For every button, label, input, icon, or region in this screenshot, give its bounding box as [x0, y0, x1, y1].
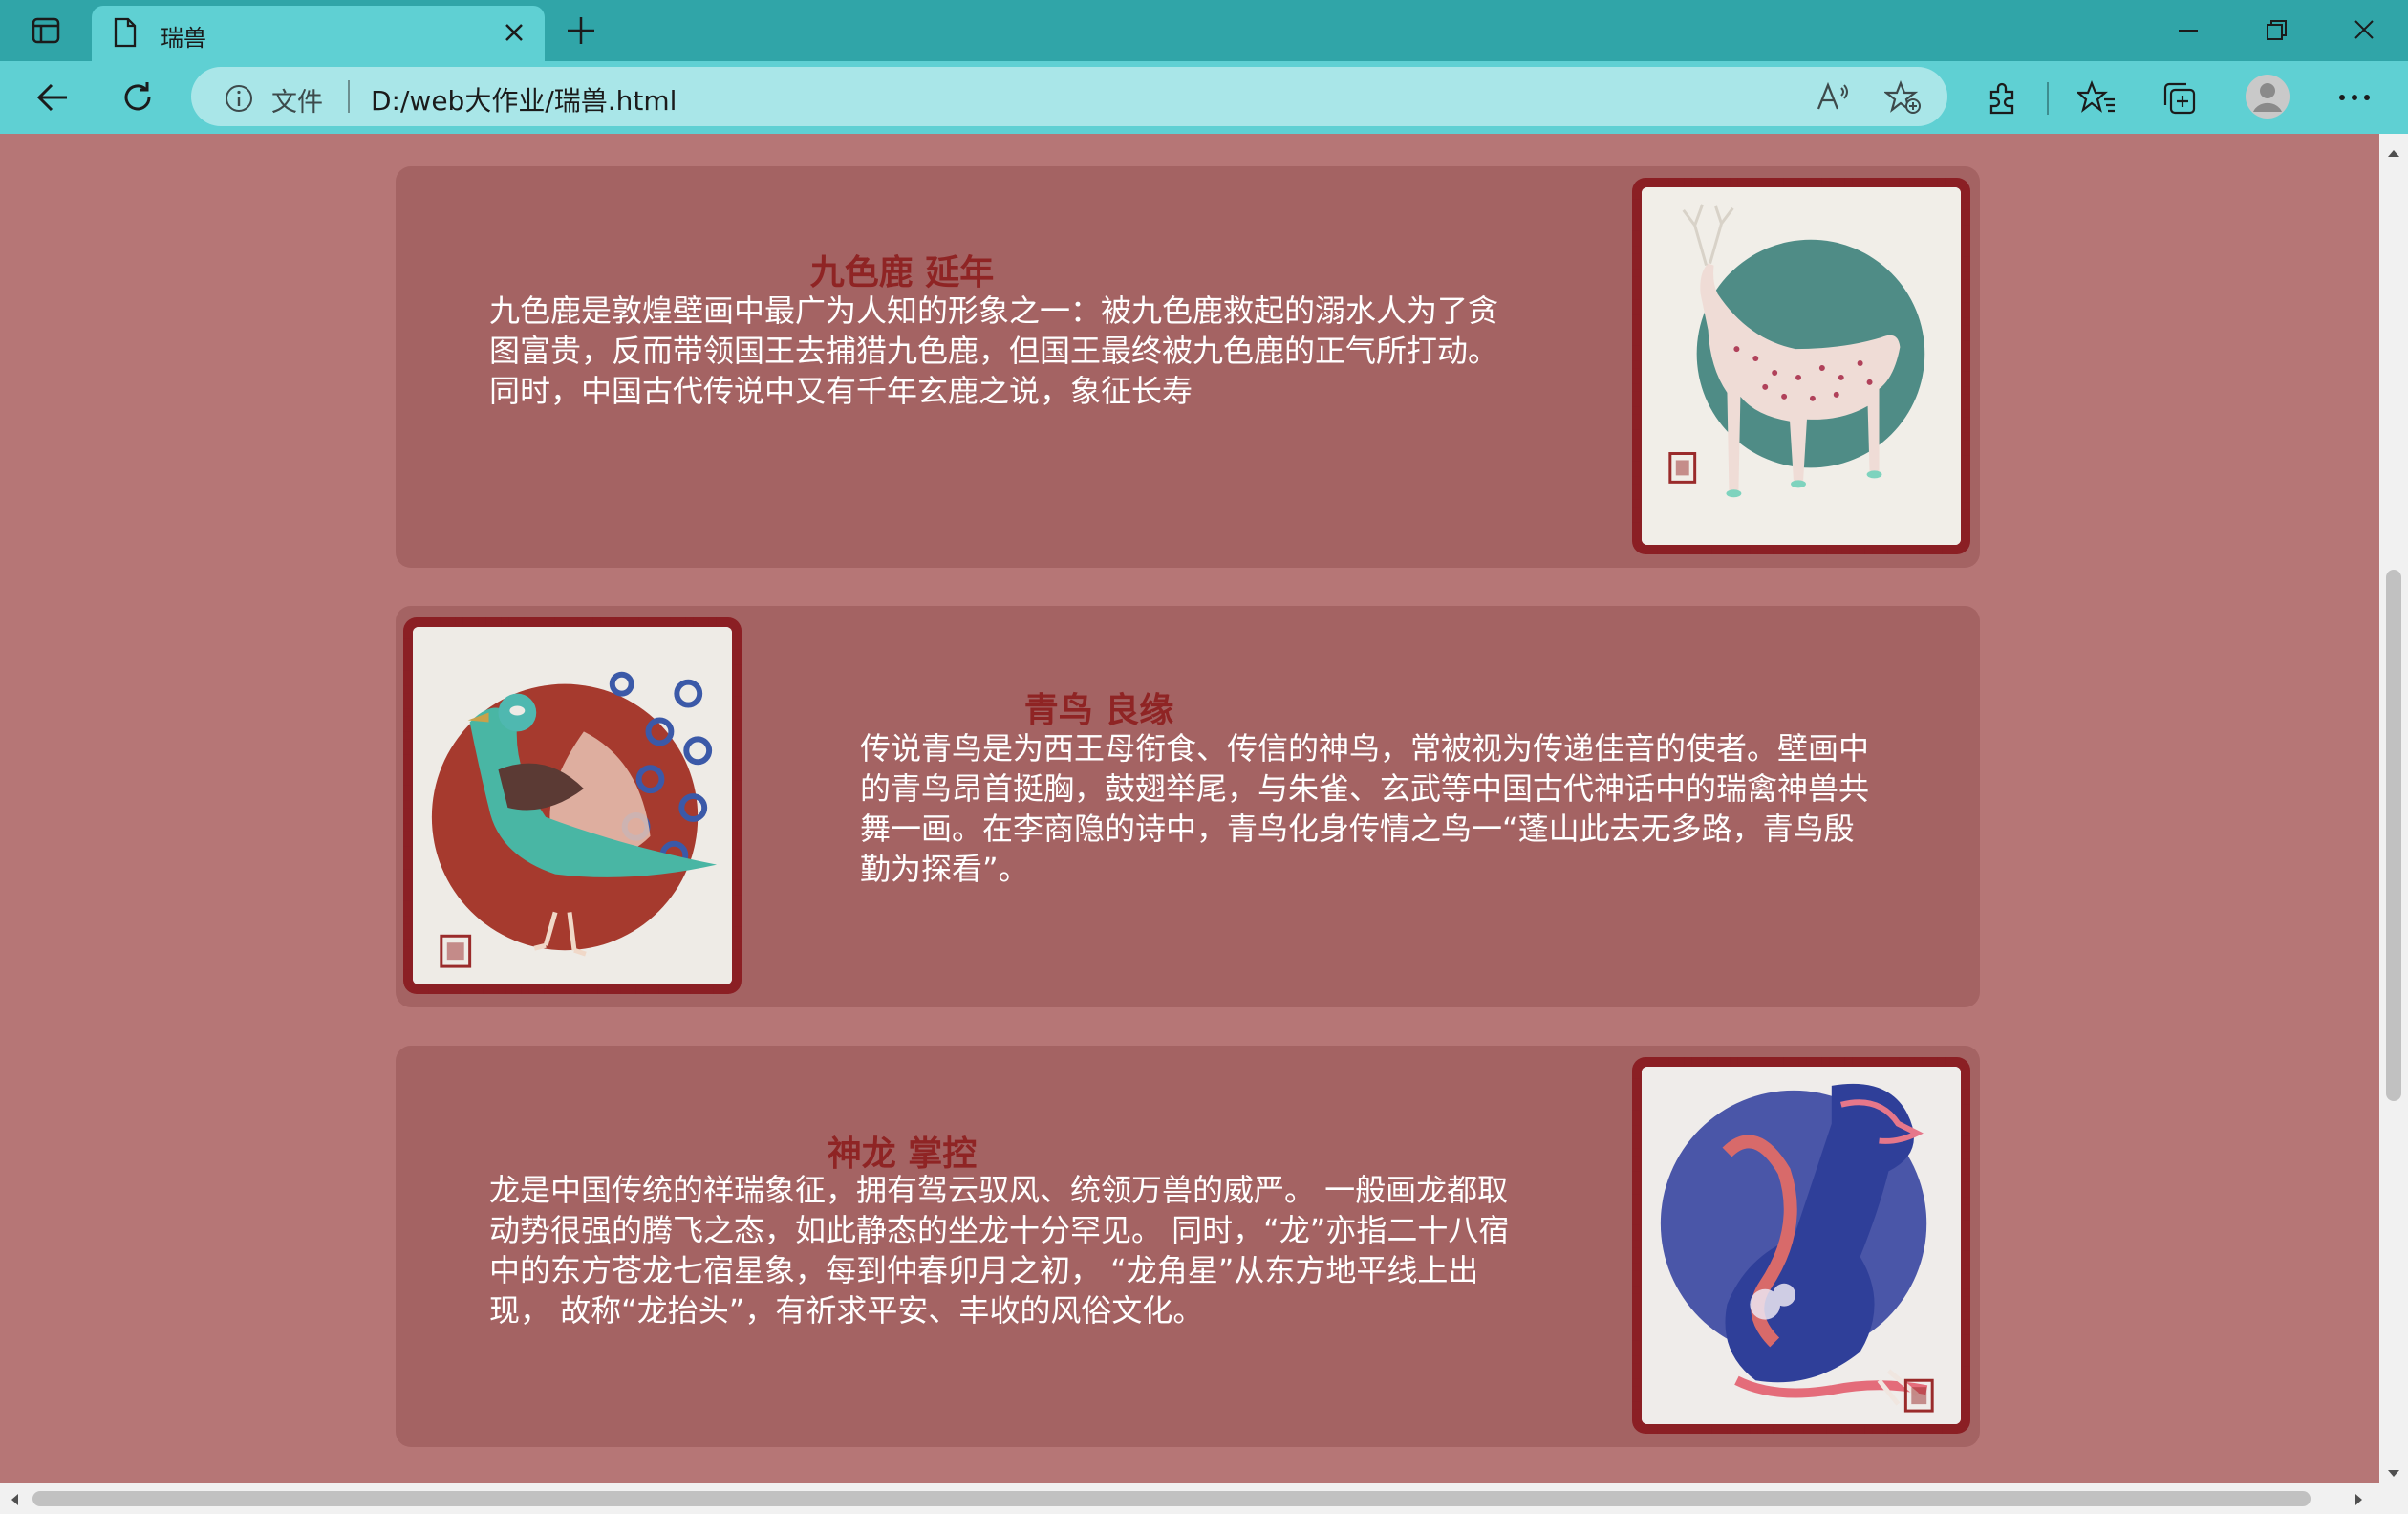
page-icon — [113, 17, 138, 52]
dragon-illustration — [1642, 1067, 1961, 1424]
scrollbar-corner — [2379, 1483, 2408, 1514]
restore-icon[interactable] — [2261, 17, 2291, 48]
minimize-icon[interactable] — [2173, 17, 2204, 48]
more-options-icon[interactable] — [2335, 90, 2374, 108]
card-title: 九色鹿 延年 — [809, 253, 995, 292]
vertical-scrollbar[interactable] — [2379, 134, 2408, 1483]
dragon-image-frame — [1632, 1057, 1970, 1434]
scroll-right-icon[interactable] — [2354, 1492, 2364, 1510]
back-icon[interactable] — [34, 78, 73, 120]
scroll-left-icon[interactable] — [10, 1492, 19, 1510]
card-text: 龙是中国传统的祥瑞象征，拥有驾云驭风、统领万兽的威严。 一般画龙都取动势很强的腾… — [489, 1172, 1510, 1329]
close-tab-icon[interactable] — [503, 21, 526, 48]
refresh-icon[interactable] — [118, 78, 157, 120]
file-scheme-label: 文件 — [271, 88, 323, 118]
extensions-icon[interactable] — [1984, 80, 2020, 120]
scroll-up-icon[interactable] — [2387, 143, 2400, 162]
add-favorite-icon[interactable] — [1882, 80, 1921, 119]
tab-actions-icon[interactable] — [23, 13, 69, 48]
url-text[interactable]: D:/web大作业/瑞兽.html — [371, 80, 677, 119]
collections-icon[interactable] — [2161, 80, 2198, 120]
card-blue-bird: 青鸟 良缘 传说青鸟是为西王母衔食、传信的神鸟，常被视为传递佳音的使者。壁画中的… — [396, 606, 1980, 1007]
card-dragon: 神龙 掌控 龙是中国传统的祥瑞象征，拥有驾云驭风、统领万兽的威严。 一般画龙都取… — [396, 1046, 1980, 1447]
tab-bar: 瑞兽 — [0, 0, 2408, 61]
bird-image-frame — [403, 617, 742, 994]
scroll-down-icon[interactable] — [2387, 1464, 2400, 1482]
address-bar[interactable]: 文件 D:/web大作业/瑞兽.html — [191, 67, 1947, 126]
horizontal-scroll-thumb[interactable] — [32, 1491, 2311, 1506]
close-window-icon[interactable] — [2349, 17, 2379, 48]
tab-title: 瑞兽 — [161, 25, 206, 52]
info-icon[interactable] — [224, 83, 254, 118]
nine-color-deer-illustration — [1642, 187, 1961, 545]
vertical-scroll-thumb[interactable] — [2386, 570, 2401, 1101]
card-text: 九色鹿是敦煌壁画中最广为人知的形象之一：被九色鹿救起的溺水人为了贪图富贵，反而带… — [489, 292, 1499, 409]
new-tab-icon[interactable] — [564, 13, 598, 52]
deer-image-frame — [1632, 178, 1970, 554]
card-nine-color-deer: 九色鹿 延年 九色鹿是敦煌壁画中最广为人知的形象之一：被九色鹿救起的溺水人为了贪… — [396, 166, 1980, 568]
card-title: 神龙 掌控 — [827, 1135, 978, 1174]
browser-toolbar: 文件 D:/web大作业/瑞兽.html — [0, 61, 2408, 134]
card-text: 传说青鸟是为西王母衔食、传信的神鸟，常被视为传递佳音的使者。壁画中的青鸟昂首挺胸… — [860, 730, 1870, 887]
page-viewport: 九色鹿 延年 九色鹿是敦煌壁画中最广为人知的形象之一：被九色鹿救起的溺水人为了贪… — [0, 134, 2379, 1483]
toolbar-divider — [2047, 82, 2049, 115]
horizontal-scrollbar[interactable] — [0, 1483, 2379, 1514]
blue-bird-illustration — [413, 627, 732, 984]
address-separator — [348, 80, 350, 113]
profile-avatar-icon[interactable] — [2244, 73, 2291, 124]
favorites-icon[interactable] — [2075, 80, 2116, 120]
active-tab[interactable]: 瑞兽 — [92, 6, 545, 61]
read-aloud-icon[interactable] — [1816, 80, 1850, 117]
card-title: 青鸟 良缘 — [1023, 691, 1174, 730]
